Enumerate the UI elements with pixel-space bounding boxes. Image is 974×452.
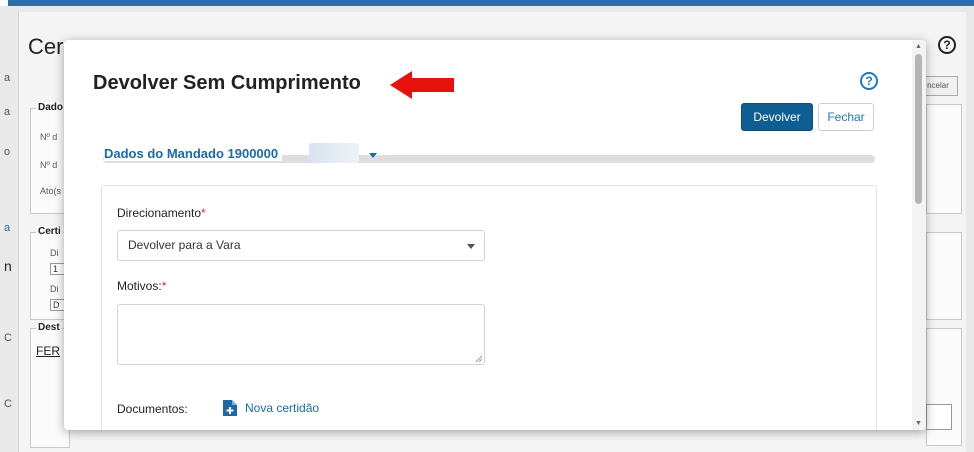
motivos-textarea[interactable]: [117, 304, 485, 365]
background-right-box: [926, 232, 962, 320]
background-strip-char: C: [4, 398, 12, 410]
background-dest-link[interactable]: FER: [36, 344, 60, 358]
background-strip-char: C: [4, 332, 12, 344]
documentos-label: Documentos:: [117, 402, 188, 416]
background-fieldset-legend: Certi: [36, 226, 63, 237]
resize-handle-icon[interactable]: [475, 355, 482, 362]
return-button[interactable]: Devolver: [741, 103, 813, 131]
chevron-down-icon: [467, 244, 475, 249]
background-strip-char: o: [4, 146, 11, 158]
background-page-title: Cer: [28, 34, 64, 59]
direcionamento-select[interactable]: Devolver para a Vara: [117, 230, 485, 261]
background-right-box: [926, 104, 962, 214]
chevron-down-icon[interactable]: [369, 153, 377, 158]
section-tab-title[interactable]: Dados do Mandado 1900000: [104, 146, 283, 161]
background-strip-char: a: [4, 72, 11, 84]
redacted-number: [309, 143, 359, 163]
new-document-icon[interactable]: [222, 399, 238, 417]
dialog-scrollbar[interactable]: ▲ ▼: [912, 40, 926, 430]
background-fieldset-legend: Dest: [36, 322, 62, 333]
scrollbar-thumb[interactable]: [915, 54, 922, 204]
motivos-label: Motivos:*: [117, 279, 167, 293]
background-field-label: Di: [50, 248, 59, 258]
required-mark: *: [201, 206, 206, 220]
help-icon[interactable]: ?: [860, 72, 878, 90]
return-without-compliance-dialog: Devolver Sem Cumprimento ? Devolver Fech…: [64, 40, 926, 430]
close-button[interactable]: Fechar: [818, 103, 874, 131]
scroll-up-icon[interactable]: ▲: [915, 43, 922, 50]
direcionamento-label: Direcionamento*: [117, 206, 206, 220]
background-help-icon[interactable]: ?: [938, 36, 956, 54]
background-strip-char: a: [4, 222, 11, 234]
background-fieldset-legend: Dado: [36, 102, 65, 113]
background-strip-char: a: [4, 106, 11, 118]
scroll-down-icon[interactable]: ▼: [915, 420, 922, 427]
direcionamento-selected-value: Devolver para a Vara: [128, 238, 241, 252]
new-certificate-link[interactable]: Nova certidão: [245, 401, 319, 415]
dialog-title: Devolver Sem Cumprimento: [93, 72, 361, 94]
background-input-box: [926, 404, 952, 430]
background-field-label: Nº d: [40, 132, 58, 142]
background-field-label: Di: [50, 284, 59, 294]
required-mark: *: [161, 279, 167, 293]
background-field-label: Ato(s: [40, 186, 62, 196]
background-strip-char: n: [4, 258, 12, 274]
red-arrow-icon: [390, 71, 454, 99]
background-field-label: Nº d: [40, 160, 58, 170]
